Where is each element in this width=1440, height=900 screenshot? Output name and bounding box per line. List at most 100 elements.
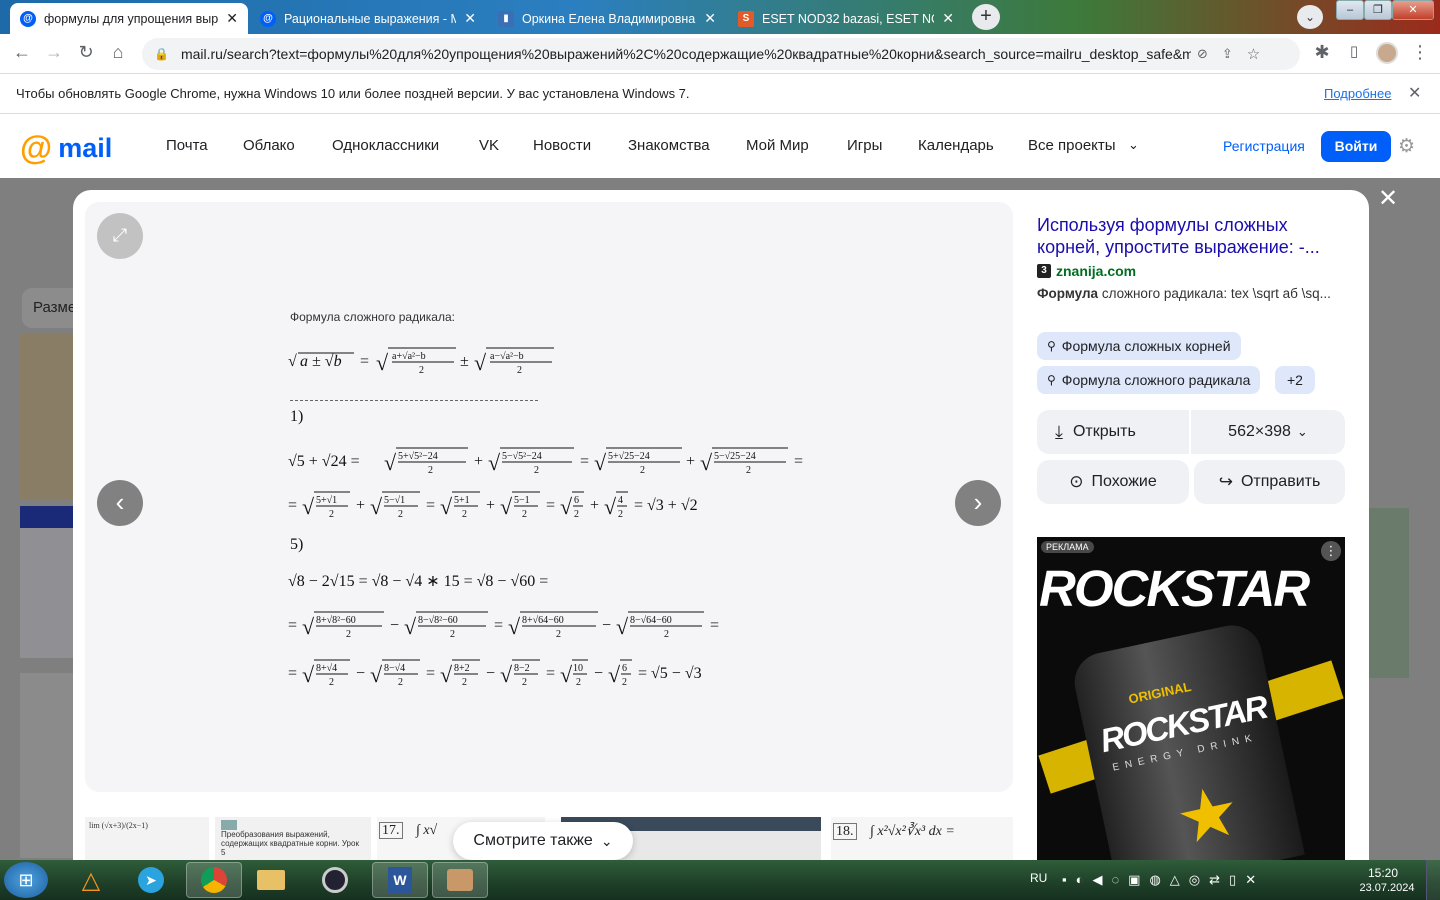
login-button[interactable]: Войти [1321,131,1391,162]
tab-eset[interactable]: S ESET NOD32 bazasi, ESET NOD32 ✕ [728,3,964,34]
close-tab-icon[interactable]: ✕ [704,10,716,27]
star-icon[interactable]: ☆ [1247,45,1260,63]
tab-search-icon[interactable]: ⌄ [1297,5,1323,29]
radical-formula: √ a ± √b = √ a+√a²−b 2 ± √ a−√a²−b 2 [288,342,588,383]
send-button[interactable]: ↪ Отправить [1194,460,1345,504]
image-viewer: ⤢ ‹ › Формула сложного радикала: √ a ± √… [85,202,1013,792]
register-link[interactable]: Регистрация [1223,138,1305,154]
menu-icon[interactable]: ⋮ [1408,42,1432,63]
nav-vk[interactable]: VK [479,137,499,154]
url-text[interactable]: mail.ru/search?text=формулы%20для%20упро… [181,46,1191,62]
mailru-logo[interactable]: @ mail [20,129,112,167]
close-window-button[interactable]: ✕ [1392,0,1434,20]
svg-text:=: = [546,665,555,682]
nav-calendar[interactable]: Календарь [918,137,994,154]
open-button[interactable]: ⤓ Открыть [1037,410,1189,454]
close-tab-icon[interactable]: ✕ [942,10,954,27]
nav-all-projects[interactable]: Все проекты [1028,137,1116,154]
prev-image-button[interactable]: ‹ [97,480,143,526]
nav-ok[interactable]: Одноклассники [332,137,439,154]
chrome-taskbar-icon[interactable] [186,862,242,898]
infobar-close-icon[interactable]: ✕ [1408,83,1421,103]
app-icon[interactable] [432,862,488,898]
close-tab-icon[interactable]: ✕ [226,10,238,27]
word-icon[interactable]: W [372,862,428,898]
telegram-icon[interactable]: ➤ [126,862,176,898]
svg-text:8+√8²−60: 8+√8²−60 [316,615,356,626]
ad-container: РЕКЛАМА ⋮ ROCKSTAR ORIGINAL ROCKSTAR ENE… [1025,526,1357,860]
infobar-more-link[interactable]: Подробнее [1324,86,1391,101]
forward-icon[interactable]: → [42,42,66,63]
svg-text:+: + [356,497,365,514]
avast-icon[interactable]: △ [66,862,116,898]
size-dropdown[interactable]: 562×398 ⌄ [1191,410,1345,454]
address-bar[interactable]: 🔒 mail.ru/search?text=формулы%20для%20уп… [142,38,1300,70]
svg-text:=: = [710,617,719,634]
chevron-down-icon[interactable]: ⌄ [1128,137,1139,153]
item-5-label: 5) [290,536,304,553]
start-button[interactable]: ⊞ [4,862,48,898]
home-icon[interactable]: ⌂ [106,42,130,63]
related-thumb-2[interactable]: Преобразования выражений, содержащих ква… [215,817,371,860]
eye-off-icon[interactable]: ⊘ [1197,46,1208,62]
maximize-button[interactable]: ❐ [1364,0,1392,20]
reload-icon[interactable]: ↻ [74,42,98,63]
ad-menu-icon[interactable]: ⋮ [1321,541,1341,561]
svg-text:5+1: 5+1 [454,495,470,506]
rockstar-ad[interactable]: РЕКЛАМА ⋮ ROCKSTAR ORIGINAL ROCKSTAR ENE… [1037,537,1345,860]
svg-text:5−1: 5−1 [514,495,530,506]
tab-orkina[interactable]: ▮ Оркина Елена Владимировна - ✕ [488,3,726,34]
nav-dating[interactable]: Знакомства [628,137,710,154]
nav-pochta[interactable]: Почта [166,137,208,154]
tag-formula-radical[interactable]: ⚲ Формула сложного радикала [1037,366,1261,394]
language-indicator[interactable]: RU [1030,871,1047,885]
svg-text:2: 2 [746,465,751,476]
back-icon[interactable]: ← [10,42,34,63]
related-thumb-5[interactable]: 18. ∫ x²√x²∛x³ dx = [831,817,1013,860]
result-title-link[interactable]: Используя формулы сложных корней, упрост… [1037,214,1347,258]
close-modal-icon[interactable]: ✕ [1378,184,1398,213]
tab-rational[interactable]: @ Рациональные выражения - Ma ✕ [250,3,486,34]
size-filter-label: Разме [33,299,77,316]
clock-time[interactable]: 15:20 [1358,866,1408,880]
media-player-icon[interactable] [310,862,360,898]
clock-date[interactable]: 23.07.2024 [1358,882,1416,894]
chevron-down-icon: ⌄ [600,832,613,849]
side-panel-icon[interactable]: ▯ [1342,42,1366,60]
svg-text:5−√1: 5−√1 [384,495,405,506]
profile-avatar[interactable] [1376,42,1398,64]
extensions-icon[interactable]: ✱ [1310,42,1334,63]
nav-news[interactable]: Новости [533,137,591,154]
expand-icon[interactable]: ⤢ [97,213,143,259]
show-desktop-button[interactable] [1426,860,1440,900]
svg-text:+: + [474,453,483,470]
tab-search[interactable]: @ формулы для упрощения выра ✕ [10,3,248,34]
tag-more[interactable]: +2 [1275,366,1315,394]
svg-text:√: √ [560,662,573,687]
share-icon[interactable]: ⇪ [1222,46,1233,62]
svg-text:√: √ [302,662,315,687]
tray-icons[interactable]: ▪◐◀◌▣◍△◎⇄▯✕ [1062,872,1265,888]
svg-text:a ± √b: a ± √b [300,353,342,370]
nav-games[interactable]: Игры [847,137,882,154]
next-image-button[interactable]: › [955,480,1001,526]
svg-text:√: √ [384,450,397,475]
see-also-button[interactable]: Смотрите также ⌄ [453,822,633,860]
item-5-line1: √8 − 2√15 = √8 − √4 ∗ 15 = √8 − √60 = [288,564,648,601]
similar-button[interactable]: ⊙ Похожие [1037,460,1189,504]
svg-text:2: 2 [640,465,645,476]
close-tab-icon[interactable]: ✕ [464,10,476,27]
minimize-button[interactable]: – [1336,0,1364,20]
svg-text:5−√25−24: 5−√25−24 [714,451,756,462]
explorer-icon[interactable] [246,862,296,898]
related-thumb-1[interactable]: lim (√x+3)/(2x−1) [85,817,209,860]
lock-icon: 🔒 [154,47,169,61]
source-row[interactable]: 3 znanija.com [1037,263,1136,279]
settings-gear-icon[interactable]: ⚙ [1398,135,1415,158]
tag-formula-roots[interactable]: ⚲ Формула сложных корней [1037,332,1241,360]
nav-oblako[interactable]: Облако [243,137,295,154]
tab-title: Оркина Елена Владимировна - [522,11,697,26]
new-tab-button[interactable]: + [972,4,1000,30]
nav-moymir[interactable]: Мой Мир [746,137,809,154]
item-1-line1: √5 + √24 = √ 5+√5²−24 2 + √ 5−√5²−24 2 = √… [288,442,818,483]
